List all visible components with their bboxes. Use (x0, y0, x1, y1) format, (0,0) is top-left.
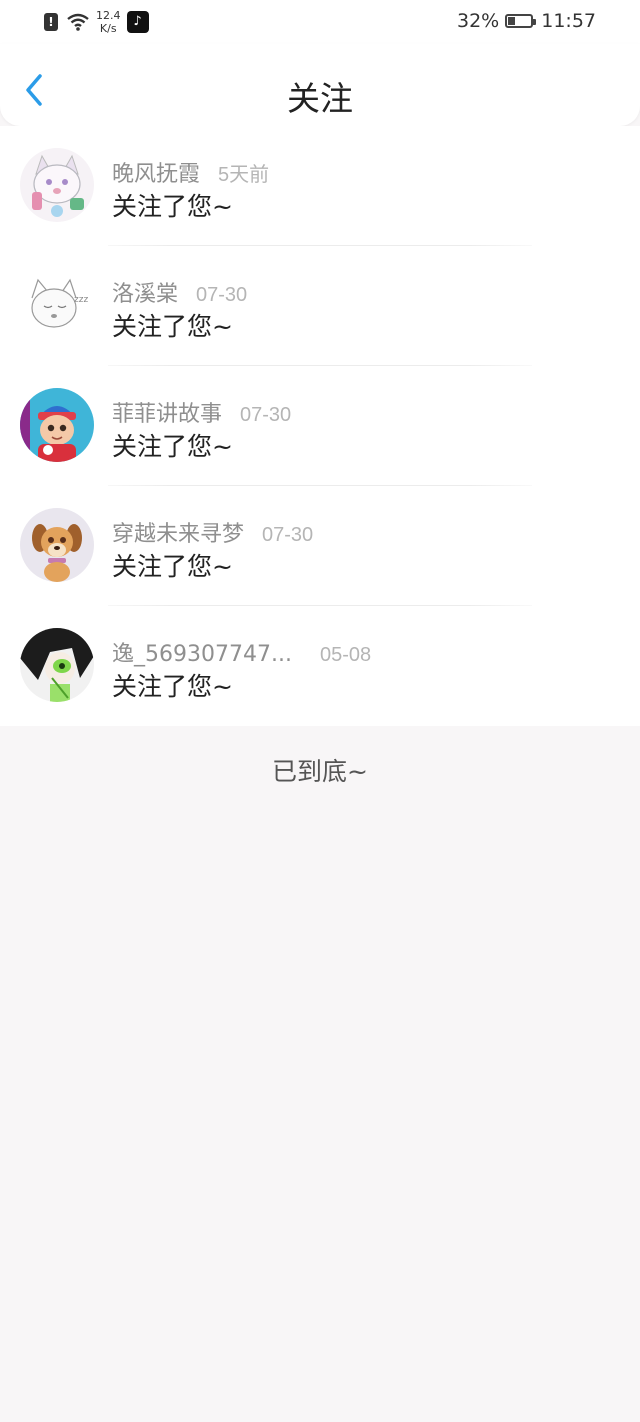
end-of-list-text: 已到底~ (272, 757, 368, 786)
user-name[interactable]: 菲菲讲故事 (112, 396, 222, 428)
follower-list: 晚风抚霞 5天前 关注了您~ zzz 洛溪棠 07-30 关注了您~ 菲菲讲故事… (0, 126, 640, 726)
list-item[interactable]: 逸_569307747... 05-08 关注了您~ (0, 606, 640, 726)
user-name[interactable]: 晚风抚霞 (112, 156, 200, 188)
network-speed: 12.4 K/s (96, 9, 121, 35)
name-row: 逸_569307747... 05-08 (112, 636, 371, 668)
list-item[interactable]: 穿越未来寻梦 07-30 关注了您~ (0, 486, 640, 606)
name-row: 穿越未来寻梦 07-30 (112, 516, 313, 548)
avatar[interactable] (20, 508, 94, 582)
follow-message: 关注了您~ (112, 552, 233, 581)
follow-time: 07-30 (240, 404, 292, 426)
wifi-icon (67, 13, 89, 31)
list-item[interactable]: zzz 洛溪棠 07-30 关注了您~ (0, 246, 640, 366)
name-row: 菲菲讲故事 07-30 (112, 396, 291, 428)
avatar[interactable]: zzz (20, 268, 94, 342)
status-left: ! 12.4 K/s ♪ (44, 9, 149, 35)
network-speed-unit: K/s (99, 22, 117, 35)
status-bar: ! 12.4 K/s ♪ 32% 11:57 (0, 0, 640, 44)
svg-text:zzz: zzz (74, 295, 88, 305)
follow-message: 关注了您~ (112, 672, 233, 701)
user-name[interactable]: 逸_569307747... (112, 636, 292, 668)
follow-time: 05-08 (319, 644, 372, 666)
follow-message: 关注了您~ (112, 432, 233, 461)
list-item[interactable]: 菲菲讲故事 07-30 关注了您~ (0, 366, 640, 486)
nav-header: 关注 (0, 44, 640, 126)
name-row: 晚风抚霞 5天前 (112, 156, 269, 188)
network-speed-value: 12.4 (96, 9, 121, 22)
battery-icon (505, 14, 537, 28)
tiktok-app-icon: ♪ (126, 11, 149, 33)
name-row: 洛溪棠 07-30 (112, 276, 247, 308)
follow-time: 07-30 (196, 284, 248, 306)
sim-alert-icon: ! (44, 13, 58, 31)
status-right: 32% 11:57 (457, 10, 596, 32)
avatar[interactable] (20, 148, 94, 222)
avatar[interactable] (20, 628, 94, 702)
follow-time: 5天前 (218, 164, 270, 186)
battery-percent: 32% (457, 10, 500, 32)
clock: 11:57 (541, 10, 596, 32)
follow-message: 关注了您~ (112, 312, 233, 341)
list-item[interactable]: 晚风抚霞 5天前 关注了您~ (0, 126, 640, 246)
avatar[interactable] (20, 388, 94, 462)
user-name[interactable]: 洛溪棠 (112, 276, 178, 308)
follow-time: 07-30 (262, 524, 314, 546)
user-name[interactable]: 穿越未来寻梦 (112, 516, 244, 548)
page-title: 关注 (287, 79, 353, 118)
follow-message: 关注了您~ (112, 192, 233, 221)
